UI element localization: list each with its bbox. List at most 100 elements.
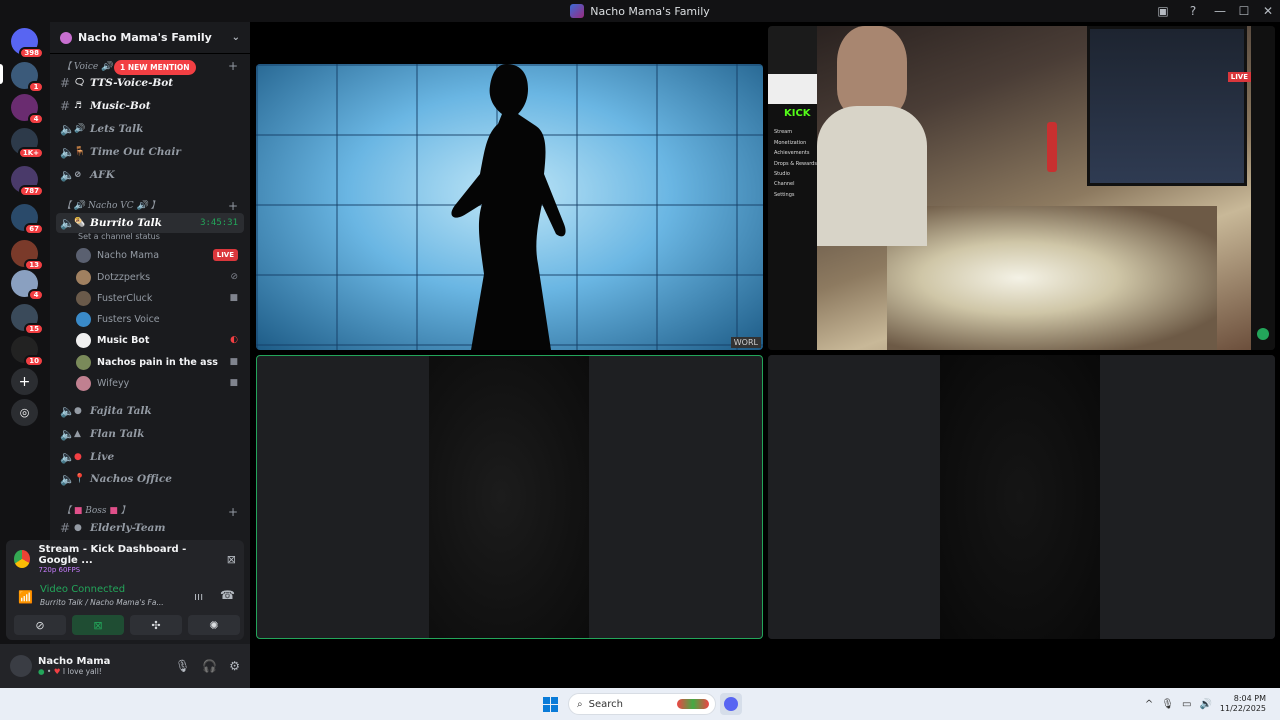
voice-channel-icon: 🔈 [60,404,75,418]
help-icon[interactable]: ? [1185,3,1201,19]
screen-share-icon: ⊠ [93,618,103,632]
server-button[interactable]: 13 [11,240,44,271]
voice-channel-icon: 🔈 [60,145,75,159]
channel-elderly-team[interactable]: # ● Elderly-Team [56,518,244,538]
avatar [76,332,91,348]
text-channel-icon: # [60,99,71,113]
camera-feed [429,356,589,638]
voice-user-nachos-pain[interactable]: Nachos pain in the ass ■ [76,352,244,372]
channel-emoji-icon: ● [74,523,82,533]
soundboard-icon: ✺ [209,618,219,632]
voice-user-wifeyy[interactable]: Wifeyy ■ [76,373,244,393]
chrome-icon [14,550,31,568]
screen-share-button[interactable]: ⊠ [72,615,124,635]
user-label: FusterCluck [97,292,153,304]
maximize-button[interactable]: ☐ [1232,4,1256,18]
server-button[interactable]: 4 [11,270,44,301]
server-icon [570,4,585,18]
category-nacho-vc[interactable]: 【 🔊 Nacho VC 🔊 】 [62,198,160,211]
burrito-icon: 🌯 [74,218,86,228]
watermark: WORL [730,337,761,348]
flan-icon: ▲ [74,429,81,439]
channel-status[interactable]: Set a channel status [78,232,160,241]
voice-user-nacho-mama[interactable]: Nacho Mama LIVE [76,245,244,265]
channel-burrito-talk[interactable]: 🔈 🌯 Burrito Talk 3:45:31 [56,213,244,233]
direct-messages-button[interactable]: 398 [11,28,44,59]
voice-user-fusters-voice[interactable]: Fusters Voice [76,309,244,329]
headphones-icon[interactable]: 🎧 [202,659,217,673]
taskbar-search[interactable]: ⌕ Search [568,693,716,715]
channel-live[interactable]: 🔈 ● Live [56,447,244,467]
video-off-icon: ⊘ [230,272,238,282]
video-tile-camera-1[interactable] [256,355,763,639]
kick-menu-item: Channel [774,181,795,187]
network-icon[interactable]: ▭ [1182,699,1191,710]
stop-stream-icon[interactable]: ⊠ [227,553,236,566]
channel-time-out-chair[interactable]: 🔈 🪑 Time Out Chair [56,142,244,162]
clock[interactable]: 8:04 PM 11/22/2025 [1220,694,1266,714]
channel-flan-talk[interactable]: 🔈 ▲ Flan Talk [56,424,244,444]
unread-badge: 67 [24,223,44,235]
settings-icon[interactable]: ⚙ [229,659,240,673]
user-label: Dotzzperks [97,271,151,283]
category-voice[interactable]: 【 Voice 🔊 [62,59,112,72]
add-channel-icon[interactable]: + [228,59,238,73]
add-channel-icon[interactable]: + [228,505,238,519]
voice-user-fustercluck[interactable]: FusterCluck ■ [76,288,244,308]
camera-toggle-button[interactable]: ⊘ [14,615,66,635]
minimize-button[interactable]: — [1208,4,1232,18]
voice-user-music-bot[interactable]: Music Bot ◐ [76,330,244,350]
channel-tts-voice-bot[interactable]: # 🗨 TTS-Voice-Bot [56,73,244,93]
close-button[interactable]: ✕ [1256,4,1280,18]
channel-nachos-office[interactable]: 🔈 📍 Nachos Office [56,469,244,489]
camera-icon: ■ [229,357,238,367]
channel-music-bot[interactable]: # ♬ Music-Bot [56,96,244,116]
discover-icon[interactable]: ◎ [11,399,38,426]
avatar [76,354,91,370]
server-button[interactable]: 15 [11,304,44,335]
server-button[interactable]: 10 [11,336,44,367]
server-nacho-mamas-family[interactable]: 1 [11,62,44,93]
chevron-up-icon[interactable]: ^ [1145,699,1153,710]
video-tile-camera-2[interactable] [768,355,1275,639]
disconnect-icon[interactable]: ☎ [220,588,235,602]
volume-icon[interactable]: 🔊 [1199,699,1211,710]
avatar[interactable] [10,655,32,677]
noise-suppression-icon[interactable]: ııı [194,590,203,603]
microphone-icon[interactable]: 🎙 [1161,699,1174,710]
tile-right-pad [1100,355,1275,639]
window-title: Nacho Mama's Family [590,4,710,18]
channel-label: Fajita Talk [90,405,152,417]
server-button[interactable]: 67 [11,204,44,235]
inbox-icon[interactable]: ▣ [1155,3,1171,19]
channel-afk[interactable]: 🔈 ⊘ AFK [56,165,244,185]
activities-button[interactable]: ✣ [130,615,182,635]
unread-badge: 1 [28,81,44,93]
discord-icon [724,697,738,711]
speech-icon: 🗨 [74,78,86,88]
microphone-icon[interactable]: 🎙 [175,659,190,673]
add-server-icon[interactable]: + [11,368,38,395]
channel-fajita-talk[interactable]: 🔈 ● Fajita Talk [56,401,244,421]
stream-tile-kick-dashboard[interactable]: KICK Stream Monetization Achievements Dr… [768,26,1275,350]
camera-icon: ■ [229,293,238,303]
server-button[interactable]: 787 [11,166,44,197]
add-channel-icon[interactable]: + [228,199,238,213]
start-button[interactable] [543,697,558,712]
signal-icon[interactable]: 📶 [18,590,33,604]
server-button[interactable]: 4 [11,94,44,125]
discord-taskbar-button[interactable] [720,693,742,715]
guild-header[interactable]: Nacho Mama's Family ⌄ [50,22,250,54]
stream-preview-panel[interactable]: Stream - Kick Dashboard - Google ... 720… [6,540,244,578]
voice-channel-icon: 🔈 [60,472,75,486]
webcam-feed [817,26,1251,350]
stream-tile-music-video[interactable]: WORL [256,64,763,350]
voice-location[interactable]: Burrito Talk / Nacho Mama's Fa... [40,598,164,607]
channel-lets-talk[interactable]: 🔈 🔊 Lets Talk [56,119,244,139]
server-button[interactable]: 1K+ [11,128,44,159]
soundboard-button[interactable]: ✺ [188,615,240,635]
titlebar-controls: ▣ ? — ☐ ✕ [1148,0,1280,22]
guild-icon [60,31,72,44]
voice-user-dotzzperks[interactable]: Dotzzperks ⊘ [76,267,244,287]
category-boss[interactable]: 【 ■ Boss ■ 】 [62,503,130,516]
